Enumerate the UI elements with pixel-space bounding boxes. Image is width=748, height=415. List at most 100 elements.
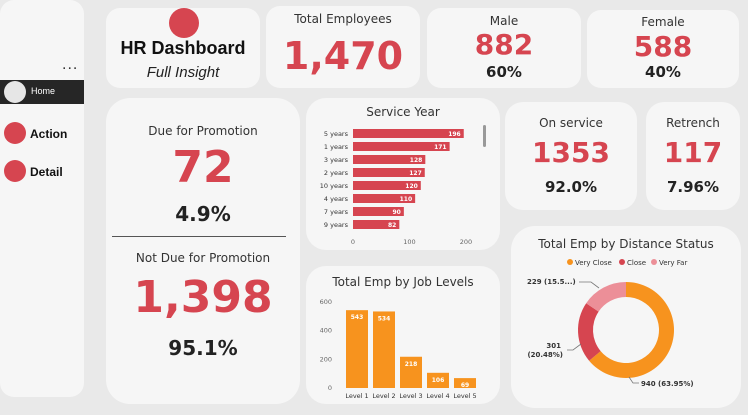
tick-label: 9 years	[324, 221, 349, 229]
male-percent: 60%	[486, 63, 522, 81]
not-promotion-label: Not Due for Promotion	[135, 251, 271, 265]
promotion-label: Due for Promotion	[148, 124, 258, 138]
data-label: 69	[461, 382, 469, 389]
data-label: 534	[378, 315, 391, 322]
data-label: 120	[405, 183, 418, 190]
action-icon	[4, 122, 26, 144]
title-card: HR Dashboard Full Insight	[106, 8, 260, 88]
job-levels-chart: Total Emp by Job Levels 0 200 400 600 543 Lev…	[320, 275, 477, 400]
bar	[346, 310, 368, 388]
pie-slice	[586, 282, 626, 312]
on-service-card[interactable]: On service 1353 92.0%	[505, 102, 637, 210]
total-employees-label: Total Employees	[294, 12, 392, 26]
service-year-card[interactable]: Service Year 5 years 196 1 years 171 3 years…	[306, 98, 500, 250]
page-subtitle: Full Insight	[146, 64, 220, 81]
page-title: HR Dashboard	[120, 38, 246, 58]
data-label: 171	[434, 144, 447, 151]
chart-title: Total Emp by Job Levels	[331, 275, 473, 289]
retrench-value: 117	[663, 136, 723, 169]
total-employees-card[interactable]: Total Employees 1,470	[266, 6, 420, 88]
more-options-icon[interactable]: ...	[62, 56, 78, 74]
not-promotion-percent: 95.1%	[168, 336, 238, 360]
sidebar-item-label: Home	[31, 86, 56, 96]
scrollbar[interactable]	[483, 125, 486, 147]
data-label: 229 (15.5...)	[527, 278, 576, 286]
tick-label: 200	[320, 355, 332, 363]
sidebar: ... Home Action Detail	[0, 0, 84, 397]
legend-label: Very Close	[575, 259, 612, 267]
legend-label: Very Far	[659, 259, 687, 267]
tick-label: 1 years	[324, 143, 349, 151]
tick-label: 5 years	[324, 130, 349, 138]
tick-label: 0	[328, 384, 332, 392]
tick-label: 0	[351, 238, 355, 246]
on-service-percent: 92.0%	[544, 178, 598, 196]
not-promotion-value: 1,398	[133, 272, 273, 323]
divider	[112, 236, 286, 237]
legend-marker	[651, 259, 657, 265]
female-card[interactable]: Female 588 40%	[587, 10, 739, 88]
data-label: 543	[351, 314, 364, 321]
retrench-percent: 7.96%	[666, 178, 720, 196]
female-percent: 40%	[645, 63, 681, 81]
tick-label: Level 2	[372, 392, 395, 400]
tick-label: 600	[320, 298, 332, 306]
sidebar-item-label: Detail	[30, 165, 63, 179]
data-label: 218	[405, 361, 418, 368]
pie-slice	[578, 303, 601, 361]
bar	[373, 311, 395, 388]
leader-line	[579, 281, 600, 289]
data-label: 301	[546, 342, 561, 350]
female-label: Female	[641, 15, 685, 29]
retrench-label: Retrench	[666, 116, 720, 130]
sidebar-item-action[interactable]: Action	[4, 122, 84, 146]
chart-title: Service Year	[366, 105, 440, 119]
data-label: 127	[409, 170, 422, 177]
tick-label: Level 3	[399, 392, 422, 400]
leader-line	[567, 343, 582, 351]
legend-label: Close	[627, 259, 646, 267]
tick-label: 7 years	[324, 208, 349, 216]
bar	[353, 129, 464, 138]
data-label: 128	[410, 157, 423, 164]
data-label: 90	[392, 209, 400, 216]
sidebar-item-label: Action	[30, 127, 68, 141]
promotion-card[interactable]: Due for Promotion 72 4.9% Not Due for Pr…	[106, 98, 300, 404]
total-employees-value: 1,470	[282, 34, 404, 78]
legend-marker	[567, 259, 573, 265]
job-levels-card[interactable]: Total Emp by Job Levels 0 200 400 600 543 Lev…	[306, 266, 500, 404]
logo-icon	[169, 8, 199, 38]
tick-label: 100	[403, 238, 415, 246]
data-label: (20.48%)	[527, 351, 563, 359]
tick-label: Level 5	[453, 392, 476, 400]
distance-chart: Total Emp by Distance Status Very Close C…	[527, 237, 714, 388]
tick-label: Level 4	[426, 392, 449, 400]
tick-label: 200	[460, 238, 472, 246]
data-label: 82	[388, 222, 396, 229]
leader-line	[628, 376, 639, 384]
promotion-value: 72	[172, 142, 234, 193]
tick-label: 3 years	[324, 156, 349, 164]
data-label: 940 (63.95%)	[641, 380, 694, 388]
sidebar-item-detail[interactable]: Detail	[4, 160, 84, 184]
tick-label: 10 years	[320, 182, 349, 190]
tick-label: 400	[320, 327, 332, 335]
sidebar-item-home[interactable]: Home	[0, 80, 84, 104]
service-year-chart: Service Year 5 years 196 1 years 171 3 years…	[320, 105, 486, 246]
distance-card[interactable]: Total Emp by Distance Status Very Close C…	[511, 226, 741, 408]
male-label: Male	[489, 14, 519, 28]
data-label: 110	[400, 196, 413, 203]
chart-title: Total Emp by Distance Status	[537, 237, 714, 251]
retrench-card[interactable]: Retrench 117 7.96%	[646, 102, 740, 210]
home-icon	[4, 81, 26, 103]
tick-label: 4 years	[324, 195, 349, 203]
on-service-value: 1353	[532, 136, 610, 169]
promotion-percent: 4.9%	[175, 202, 231, 226]
legend-marker	[619, 259, 625, 265]
female-value: 588	[633, 30, 693, 63]
male-value: 882	[474, 28, 534, 61]
on-service-label: On service	[539, 116, 603, 130]
data-label: 106	[432, 377, 445, 384]
tick-label: Level 1	[345, 392, 368, 400]
male-card[interactable]: Male 882 60%	[427, 8, 581, 88]
